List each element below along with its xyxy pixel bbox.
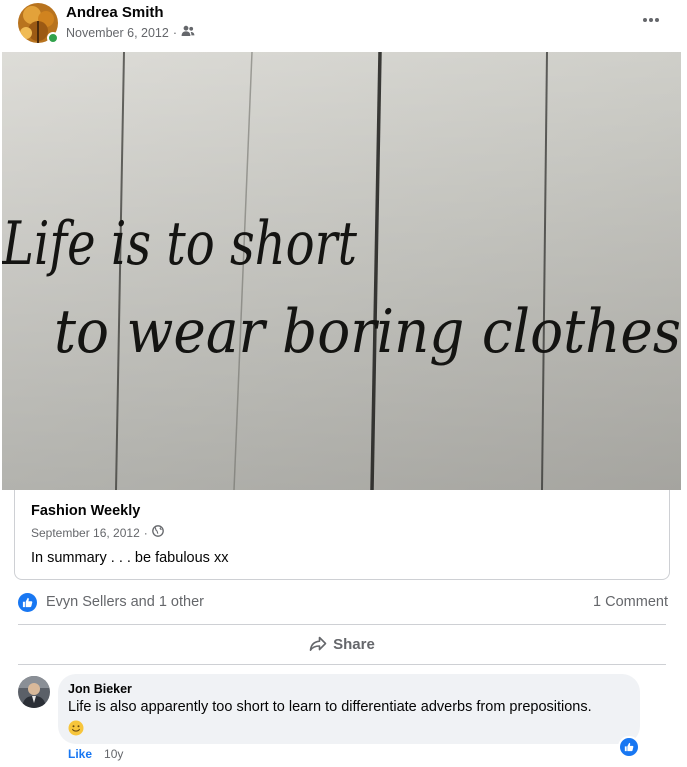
commenter-avatar[interactable] xyxy=(18,676,50,708)
friends-icon[interactable] xyxy=(181,25,195,40)
more-horizontal-icon xyxy=(643,18,659,22)
shared-post-meta: September 16, 2012 · xyxy=(31,525,164,540)
share-icon xyxy=(309,636,327,651)
author-avatar[interactable] xyxy=(18,3,59,44)
globe-icon[interactable] xyxy=(151,525,164,540)
photo-quote-line-2: to wear boring clothes xyxy=(54,297,681,367)
comment-actions: Like 10y xyxy=(68,747,123,761)
post-card: Andrea Smith November 6, 2012 · Life is … xyxy=(0,0,687,767)
post-date[interactable]: November 6, 2012 xyxy=(66,26,169,40)
post-header: Andrea Smith November 6, 2012 · xyxy=(0,0,687,52)
comment-like-reaction-icon[interactable] xyxy=(618,736,640,758)
post-author-name[interactable]: Andrea Smith xyxy=(66,4,164,21)
meta-separator: · xyxy=(143,525,148,540)
share-button[interactable]: Share xyxy=(18,626,666,662)
post-meta: November 6, 2012 · xyxy=(66,25,195,40)
comment-text: Life is also apparently too short to lea… xyxy=(68,699,592,715)
more-options-button[interactable] xyxy=(637,10,665,30)
divider xyxy=(18,664,666,665)
comment-timestamp[interactable]: 10y xyxy=(104,747,123,761)
divider xyxy=(18,624,666,625)
share-label: Share xyxy=(333,635,375,653)
comment-like-button[interactable]: Like xyxy=(68,747,92,761)
shared-post-text: In summary . . . be fabulous xx xyxy=(31,550,229,566)
comment-author-name[interactable]: Jon Bieker xyxy=(68,682,132,696)
smiling-face-emoji-icon xyxy=(68,720,84,736)
comments-count-link[interactable]: 1 Comment xyxy=(593,594,668,610)
comment-bubble: Jon Bieker Life is also apparently too s… xyxy=(58,674,640,744)
reactions-summary: Evyn Sellers and 1 other 1 Comment xyxy=(18,592,668,614)
online-status-dot xyxy=(47,32,59,44)
shared-source-name[interactable]: Fashion Weekly xyxy=(31,503,140,519)
like-reaction-icon[interactable] xyxy=(18,593,37,612)
shared-post-date[interactable]: September 16, 2012 xyxy=(31,526,140,540)
meta-separator: · xyxy=(172,25,178,40)
photo-quote-line-1: Life is to short xyxy=(2,209,358,279)
shared-photo[interactable]: Life is to short to wear boring clothes xyxy=(2,52,681,490)
reactors-names[interactable]: Evyn Sellers and 1 other xyxy=(46,594,204,610)
shared-post-box[interactable]: Fashion Weekly September 16, 2012 · In s… xyxy=(14,490,670,580)
